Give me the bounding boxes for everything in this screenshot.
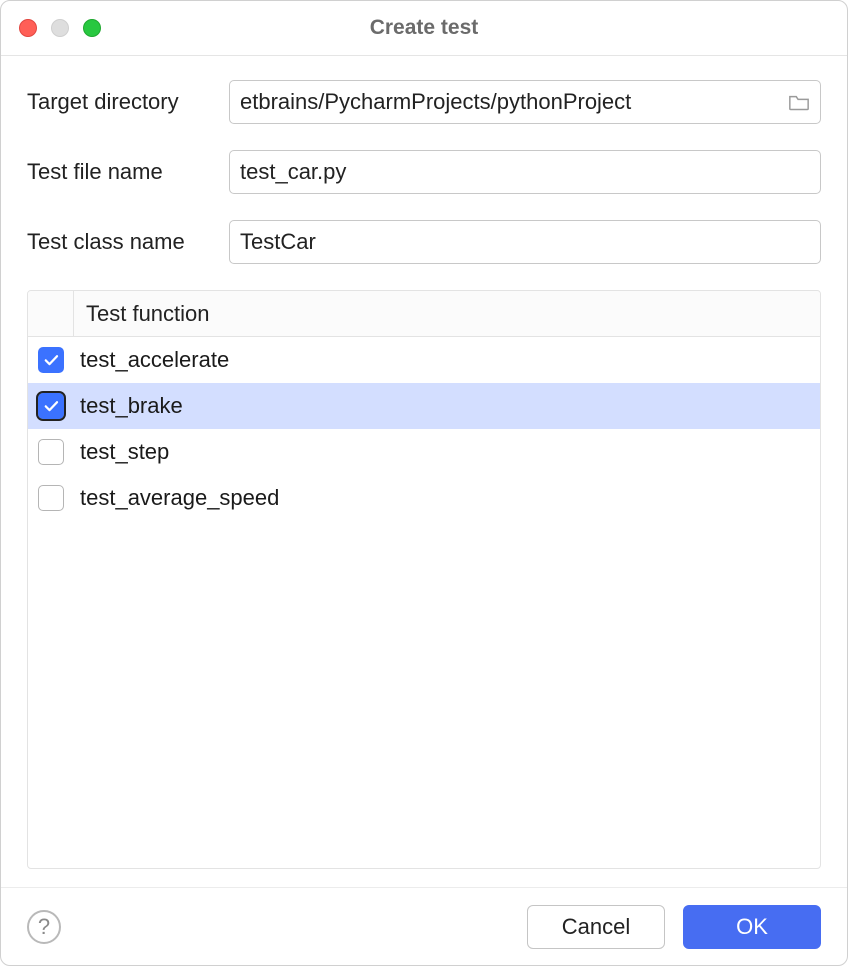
test-file-label: Test file name (27, 159, 229, 185)
table-cell-label: test_accelerate (74, 347, 229, 373)
table-cell-label: test_average_speed (74, 485, 279, 511)
cancel-button[interactable]: Cancel (527, 905, 665, 949)
table-cell-check (28, 475, 74, 521)
table-cell-label: test_brake (74, 393, 183, 419)
test-class-row: Test class name (27, 220, 821, 264)
titlebar: Create test (1, 1, 847, 56)
target-directory-row: Target directory (27, 80, 821, 124)
target-directory-input[interactable] (240, 89, 782, 115)
folder-icon[interactable] (788, 93, 810, 111)
checkbox[interactable] (38, 393, 64, 419)
test-class-field-wrap (229, 220, 821, 264)
maximize-icon[interactable] (83, 19, 101, 37)
table-row[interactable]: test_accelerate (28, 337, 820, 383)
close-icon[interactable] (19, 19, 37, 37)
table-cell-check (28, 429, 74, 475)
table-header-label: Test function (74, 301, 210, 327)
table-body: test_accelerate test_brake test_step test_a… (28, 337, 820, 868)
help-button[interactable]: ? (27, 910, 61, 944)
dialog-footer: ? Cancel OK (1, 887, 847, 965)
test-function-table: Test function test_acceleratetest_braket… (27, 290, 821, 869)
checkbox[interactable] (38, 439, 64, 465)
dialog-body: Target directory Test file name Test cla… (1, 56, 847, 887)
checkbox[interactable] (38, 485, 64, 511)
create-test-dialog: Create test Target directory Test file n… (0, 0, 848, 966)
table-header: Test function (28, 291, 820, 337)
table-cell-check (28, 383, 74, 429)
table-row[interactable]: test_step (28, 429, 820, 475)
test-class-input[interactable] (240, 229, 810, 255)
test-file-field-wrap (229, 150, 821, 194)
window-controls (19, 19, 101, 37)
test-file-row: Test file name (27, 150, 821, 194)
minimize-icon[interactable] (51, 19, 69, 37)
table-row[interactable]: test_average_speed (28, 475, 820, 521)
table-cell-check (28, 337, 74, 383)
test-file-input[interactable] (240, 159, 810, 185)
ok-button[interactable]: OK (683, 905, 821, 949)
test-class-label: Test class name (27, 229, 229, 255)
target-directory-field-wrap (229, 80, 821, 124)
dialog-title: Create test (370, 16, 479, 40)
table-row[interactable]: test_brake (28, 383, 820, 429)
checkbox[interactable] (38, 347, 64, 373)
table-cell-label: test_step (74, 439, 169, 465)
table-header-check-col (28, 291, 74, 336)
target-directory-label: Target directory (27, 89, 229, 115)
